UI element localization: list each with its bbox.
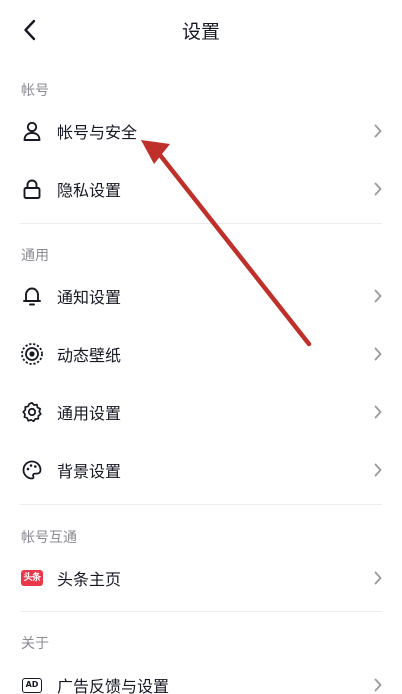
top-bar: 设置 (0, 0, 402, 62)
lock-icon (20, 177, 44, 201)
palette-icon (20, 458, 44, 482)
settings-page: 设置 帐号 帐号与安全 隐私设置 通用 通知设置 动态壁纸 通用设置 背景设置 … (0, 0, 402, 694)
section-divider (20, 504, 382, 505)
settings-item-label: 隐私设置 (57, 181, 122, 200)
chevron-right-icon (372, 570, 384, 586)
section-divider (20, 611, 382, 612)
settings-item-label: 动态壁纸 (57, 346, 122, 365)
settings-item-label: 背景设置 (57, 462, 122, 481)
toutiao-badge: 头条 (21, 570, 43, 586)
settings-item-ad-feedback[interactable]: AD 广告反馈与设置 (0, 657, 402, 694)
bell-icon (20, 284, 44, 308)
settings-item-label: 通知设置 (57, 288, 122, 307)
settings-item-account-security[interactable]: 帐号与安全 (0, 103, 402, 159)
section-label-account-interop: 帐号互通 (21, 530, 77, 546)
chevron-right-icon (372, 346, 384, 362)
settings-item-general-settings[interactable]: 通用设置 (0, 384, 402, 440)
user-icon (20, 119, 44, 143)
section-label-account: 帐号 (21, 83, 49, 99)
chevron-right-icon (372, 462, 384, 478)
settings-item-label: 广告反馈与设置 (57, 677, 170, 694)
chevron-right-icon (372, 123, 384, 139)
chevron-right-icon (372, 288, 384, 304)
settings-item-notifications[interactable]: 通知设置 (0, 268, 402, 324)
settings-item-live-wallpaper[interactable]: 动态壁纸 (0, 326, 402, 382)
ad-icon: AD (20, 673, 44, 694)
section-label-about: 关于 (21, 636, 49, 652)
settings-item-label: 头条主页 (57, 570, 122, 589)
section-label-general: 通用 (21, 248, 49, 264)
gear-icon (20, 400, 44, 424)
settings-item-label: 通用设置 (57, 404, 122, 423)
chevron-right-icon (372, 404, 384, 420)
toutiao-icon: 头条 (20, 566, 44, 590)
settings-item-label: 帐号与安全 (57, 123, 138, 142)
live-wallpaper-icon (20, 342, 44, 366)
settings-item-toutiao-home[interactable]: 头条 头条主页 (0, 550, 402, 606)
settings-item-background[interactable]: 背景设置 (0, 442, 402, 498)
page-title: 设置 (181, 21, 220, 43)
chevron-right-icon (372, 181, 384, 197)
settings-item-privacy[interactable]: 隐私设置 (0, 161, 402, 217)
section-divider (20, 223, 382, 224)
chevron-right-icon (372, 677, 384, 693)
ad-badge: AD (22, 677, 42, 693)
